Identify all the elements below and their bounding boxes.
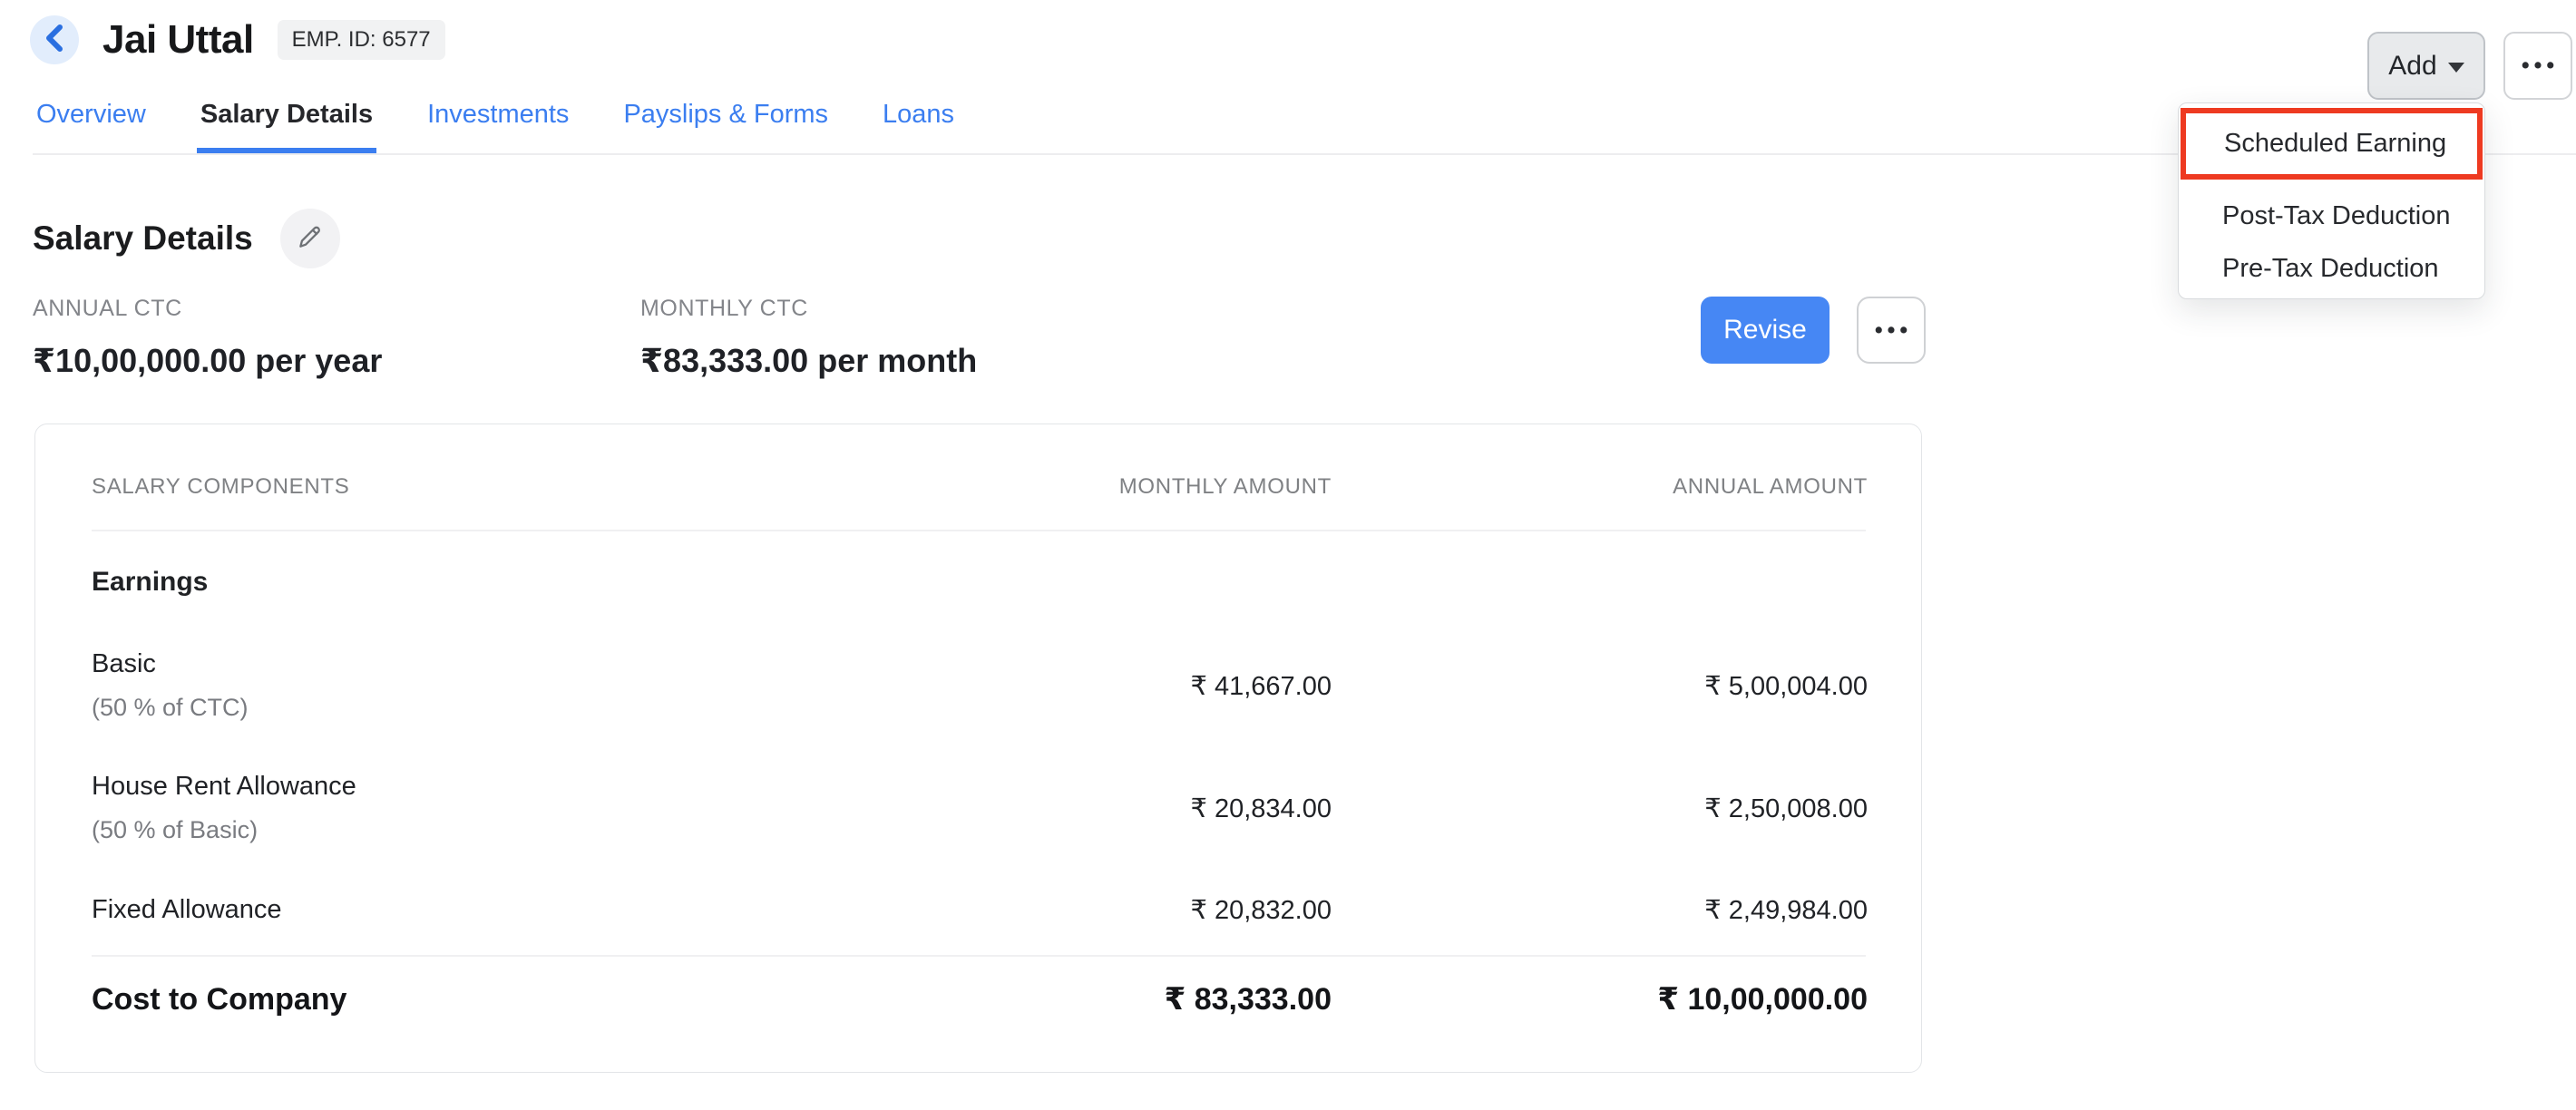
add-button-label: Add (2388, 51, 2436, 82)
table-row-hra: House Rent Allowance (50 % of Basic) ₹ 2… (92, 763, 1866, 853)
table-row-cost-to-company: Cost to Company ₹ 83,333.00 ₹ 10,00,000.… (92, 974, 1866, 1025)
menu-item-pre-tax-deduction[interactable]: Pre-Tax Deduction (2179, 247, 2484, 290)
total-annual-amount: ₹ 10,00,000.00 (1332, 981, 1868, 1018)
monthly-amount: ₹ 41,667.00 (878, 670, 1332, 702)
tab-overview[interactable]: Overview (33, 87, 150, 153)
annual-ctc-value: ₹10,00,000.00 per year (33, 342, 382, 380)
total-monthly-amount: ₹ 83,333.00 (878, 981, 1332, 1018)
monthly-ctc-label: MONTHLY CTC (640, 296, 977, 322)
tab-salary-details[interactable]: Salary Details (197, 87, 376, 153)
divider (92, 955, 1866, 957)
page-title: Jai Uttal (102, 17, 254, 63)
section-title: Salary Details (33, 219, 253, 258)
add-dropdown-menu: Scheduled Earning Post-Tax Deduction Pre… (2178, 102, 2485, 299)
ellipsis-icon: ••• (2517, 53, 2559, 79)
component-name: House Rent Allowance (92, 772, 878, 802)
monthly-ctc-block: MONTHLY CTC ₹83,333.00 per month (640, 296, 977, 380)
component-note: (50 % of Basic) (92, 816, 878, 844)
salary-details-header: Salary Details (33, 209, 340, 268)
table-row-basic: Basic (50 % of CTC) ₹ 41,667.00 ₹ 5,00,0… (92, 640, 1866, 731)
column-monthly-amount: MONTHLY AMOUNT (878, 474, 1332, 500)
salary-components-card: SALARY COMPONENTS MONTHLY AMOUNT ANNUAL … (34, 424, 1922, 1073)
tab-payslips-forms[interactable]: Payslips & Forms (620, 87, 832, 153)
tab-investments[interactable]: Investments (424, 87, 572, 153)
table-row-fixed-allowance: Fixed Allowance ₹ 20,832.00 ₹ 2,49,984.0… (92, 884, 1866, 935)
edit-salary-button[interactable] (280, 209, 340, 268)
component-note: (50 % of CTC) (92, 694, 878, 722)
table-header-row: SALARY COMPONENTS MONTHLY AMOUNT ANNUAL … (92, 461, 1866, 513)
caret-down-icon (2448, 63, 2464, 73)
annual-amount: ₹ 2,50,008.00 (1332, 793, 1868, 824)
monthly-amount: ₹ 20,834.00 (878, 793, 1332, 824)
annual-ctc-block: ANNUAL CTC ₹10,00,000.00 per year (33, 296, 382, 380)
chevron-left-icon (43, 23, 66, 58)
annual-amount: ₹ 5,00,004.00 (1332, 670, 1868, 702)
component-name: Fixed Allowance (92, 895, 878, 925)
menu-item-scheduled-earning[interactable]: Scheduled Earning (2181, 108, 2483, 180)
monthly-amount: ₹ 20,832.00 (878, 894, 1332, 926)
pencil-icon (296, 222, 325, 256)
employee-salary-page: Jai Uttal EMP. ID: 6577 Add ••• Overview… (0, 0, 2576, 1110)
divider (92, 530, 1866, 531)
back-button[interactable] (30, 15, 79, 64)
monthly-ctc-value: ₹83,333.00 per month (640, 342, 977, 380)
emp-id-badge: EMP. ID: 6577 (278, 20, 445, 60)
column-salary-components: SALARY COMPONENTS (92, 474, 878, 500)
ellipsis-icon: ••• (1870, 317, 1912, 344)
column-annual-amount: ANNUAL AMOUNT (1332, 474, 1868, 500)
salary-more-button[interactable]: ••• (1857, 297, 1926, 364)
tab-loans[interactable]: Loans (879, 87, 958, 153)
component-name: Basic (92, 649, 878, 679)
annual-amount: ₹ 2,49,984.00 (1332, 894, 1868, 926)
menu-item-post-tax-deduction[interactable]: Post-Tax Deduction (2179, 194, 2484, 238)
page-header: Jai Uttal EMP. ID: 6577 (30, 13, 445, 67)
revise-button[interactable]: Revise (1701, 297, 1830, 364)
earnings-group-label: Earnings (92, 556, 1866, 609)
total-label: Cost to Company (92, 982, 878, 1018)
annual-ctc-label: ANNUAL CTC (33, 296, 382, 322)
